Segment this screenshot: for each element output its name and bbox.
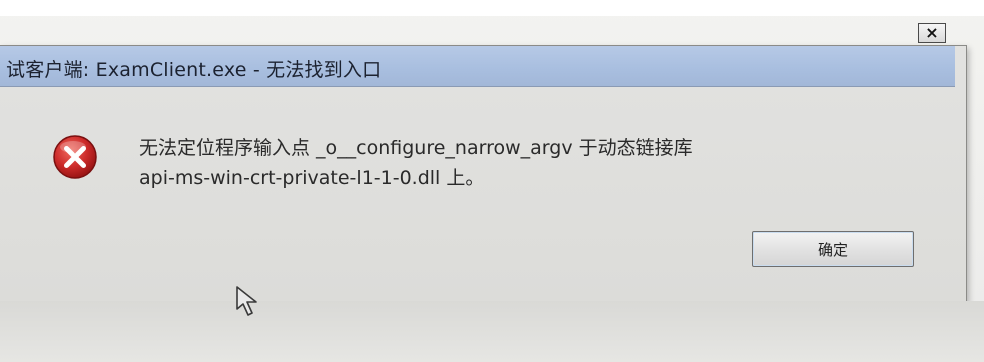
error-message-line-1: 无法定位程序输入点 _o__configure_narrow_argv 于动态链… bbox=[139, 137, 693, 159]
desktop-background bbox=[0, 301, 984, 362]
ok-button[interactable]: 确定 bbox=[752, 231, 914, 267]
mouse-cursor-icon bbox=[234, 285, 264, 323]
close-button[interactable]: × bbox=[918, 23, 946, 43]
screen-top-edge bbox=[0, 0, 984, 16]
dialog-title: 试客户端: ExamClient.exe - 无法找到入口 bbox=[6, 59, 382, 81]
error-icon bbox=[52, 134, 98, 184]
dialog-titlebar[interactable]: 试客户端: ExamClient.exe - 无法找到入口 bbox=[0, 46, 955, 87]
error-message: 无法定位程序输入点 _o__configure_narrow_argv 于动态链… bbox=[139, 133, 693, 193]
error-message-line-2: api-ms-win-crt-private-l1-1-0.dll 上。 bbox=[139, 167, 485, 189]
